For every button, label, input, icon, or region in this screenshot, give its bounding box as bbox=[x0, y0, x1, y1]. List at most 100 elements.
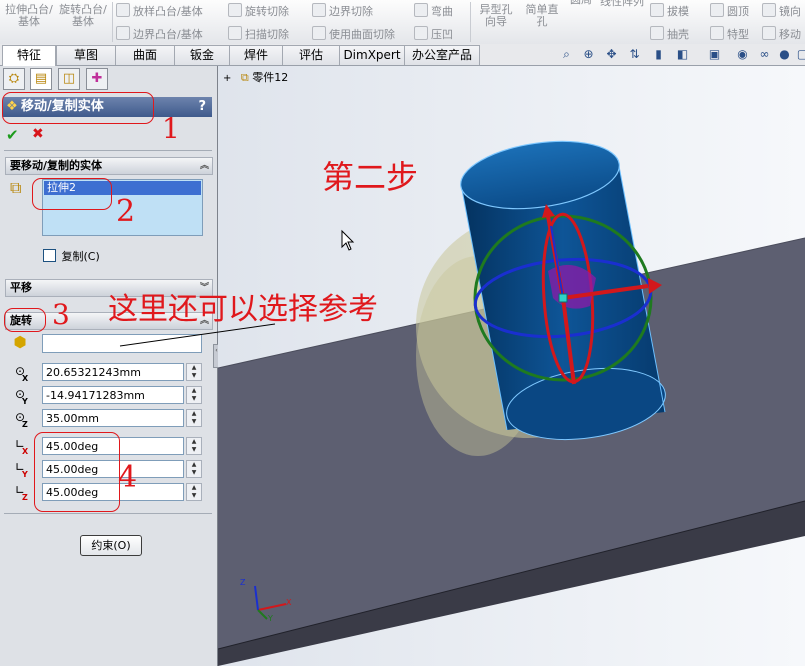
triad-origin[interactable] bbox=[558, 293, 568, 303]
linear-pattern-button[interactable]: 线性阵列 bbox=[600, 0, 644, 8]
move-face-button[interactable]: 移动 bbox=[762, 26, 801, 41]
tab-office-products[interactable]: 办公室产品 bbox=[404, 45, 480, 65]
annotation-step-1: 1 bbox=[162, 112, 180, 145]
zoom-area-icon[interactable]: ⊕ bbox=[582, 48, 595, 61]
z-coordinate-input[interactable]: 35.00mm bbox=[42, 409, 184, 427]
bodies-section-header[interactable]: 要移动/复制的实体 ︽ bbox=[5, 157, 213, 175]
part-icon: ⧉ bbox=[240, 71, 249, 84]
copy-label: 复制(C) bbox=[61, 250, 100, 263]
tab-sketch[interactable]: 草图 bbox=[56, 45, 116, 65]
view-cube-icon[interactable]: ▣ bbox=[708, 48, 721, 61]
x-coordinate-input[interactable]: 20.65321243mm bbox=[42, 363, 184, 381]
dome-icon bbox=[710, 3, 724, 17]
tab-label: 曲面 bbox=[132, 48, 157, 62]
z-rotation-spin-button[interactable]: ▲ ▼ bbox=[186, 483, 202, 501]
revolve-cut-button[interactable]: 旋转切除 bbox=[228, 3, 289, 18]
section-view-icon[interactable]: ▮ bbox=[652, 48, 665, 61]
tree-root[interactable]: + ⧉ 零件12 bbox=[223, 69, 288, 85]
z-value: 35.00mm bbox=[46, 412, 99, 425]
shell-button[interactable]: 抽壳 bbox=[650, 26, 689, 41]
hole-wizard-button[interactable]: 异型孔向导 bbox=[476, 4, 516, 28]
revolve-boss-label: 旋转凸台/基体 bbox=[59, 3, 107, 28]
circular-pattern-button[interactable]: 圆周 bbox=[570, 0, 592, 6]
loft-boss-button[interactable]: 放样凸台/基体 bbox=[116, 3, 203, 18]
property-manager-icon: ▤ bbox=[34, 71, 48, 86]
annotation-step-4: 4 bbox=[118, 460, 138, 495]
dimxpert-manager-tab[interactable]: ✚ bbox=[86, 68, 108, 90]
model-view bbox=[218, 140, 805, 666]
hide-show-icon[interactable]: ◉ bbox=[736, 48, 749, 61]
property-manager-tab[interactable]: ▤ bbox=[30, 68, 52, 90]
tab-label: DimXpert bbox=[343, 48, 401, 62]
surface-cut-icon bbox=[312, 26, 326, 40]
help-button[interactable]: ? bbox=[198, 97, 206, 117]
indent-button[interactable]: 压凹 bbox=[414, 26, 453, 41]
boundary-cut-button[interactable]: 边界切除 bbox=[312, 3, 373, 18]
configuration-manager-tab[interactable]: ◫ bbox=[58, 68, 80, 90]
freeform-button[interactable]: 特型 bbox=[710, 26, 749, 41]
copy-checkbox[interactable] bbox=[43, 249, 56, 262]
dome-button[interactable]: 圆顶 bbox=[710, 3, 749, 18]
indent-label: 压凹 bbox=[431, 28, 453, 41]
command-manager-tabs: 特征 草图 曲面 钣金 焊件 评估 DimXpert 办公室产品 ⌕ ⊕ ✥ ⇅… bbox=[0, 44, 805, 66]
boundary-cut-icon bbox=[312, 3, 326, 17]
draft-button[interactable]: 拔模 bbox=[650, 3, 689, 18]
shell-icon bbox=[650, 26, 664, 40]
ok-button[interactable]: ✔ bbox=[6, 126, 19, 144]
graphics-area[interactable]: + ⧉ 零件12 Z X Y bbox=[218, 66, 805, 666]
tab-features[interactable]: 特征 bbox=[2, 45, 56, 66]
tab-label: 特征 bbox=[16, 48, 41, 62]
extrude-boss-button[interactable]: 拉伸凸台/基体 bbox=[4, 4, 54, 28]
expand-plus-icon[interactable]: + bbox=[223, 73, 231, 84]
tab-surfaces[interactable]: 曲面 bbox=[115, 45, 175, 65]
close-icon: ✖ bbox=[32, 126, 44, 142]
boundary-boss-icon bbox=[116, 26, 130, 40]
y-spin-button[interactable]: ▲ ▼ bbox=[186, 386, 202, 404]
shell-label: 抽壳 bbox=[667, 28, 689, 41]
y-coordinate-icon: ⊙ Y bbox=[14, 387, 28, 406]
z-spin-button[interactable]: ▲ ▼ bbox=[186, 409, 202, 427]
mirror-button[interactable]: 镜向 bbox=[762, 3, 801, 18]
pan-icon[interactable]: ✥ bbox=[605, 48, 618, 61]
simple-hole-button[interactable]: 简单直孔 bbox=[522, 4, 562, 28]
revolve-cut-label: 旋转切除 bbox=[245, 5, 289, 18]
surface-cut-button[interactable]: 使用曲面切除 bbox=[312, 26, 395, 41]
tab-dimxpert[interactable]: DimXpert bbox=[339, 45, 405, 65]
copy-checkbox-row[interactable]: 复制(C) bbox=[43, 248, 100, 264]
surface-cut-label: 使用曲面切除 bbox=[329, 28, 395, 41]
feature-manager-tab[interactable]: ⛭ bbox=[3, 68, 25, 90]
constraints-label: 约束(O) bbox=[91, 539, 131, 552]
display-style-icon[interactable]: ◧ bbox=[676, 48, 689, 61]
section-label: 平移 bbox=[10, 281, 32, 294]
tab-label: 焊件 bbox=[243, 48, 268, 62]
revolve-boss-button[interactable]: 旋转凸台/基体 bbox=[58, 4, 108, 28]
annotation-step-3: 3 bbox=[52, 298, 70, 331]
cancel-button[interactable]: ✖ bbox=[32, 126, 44, 142]
view-orientation-icon[interactable]: ⇅ bbox=[628, 48, 641, 61]
boundary-boss-button[interactable]: 边界凸台/基体 bbox=[116, 26, 203, 41]
tab-evaluate[interactable]: 评估 bbox=[282, 45, 340, 65]
tab-sheet-metal[interactable]: 钣金 bbox=[174, 45, 230, 65]
x-rotation-spin-button[interactable]: ▲ ▼ bbox=[186, 437, 202, 455]
more-icon[interactable]: ▢ bbox=[796, 48, 805, 61]
scene-icon[interactable]: ● bbox=[778, 48, 791, 61]
x-spin-button[interactable]: ▲ ▼ bbox=[186, 363, 202, 381]
appearance-icon[interactable]: ∞ bbox=[758, 48, 771, 61]
reference-cube-icon: ⬢ bbox=[13, 333, 27, 351]
tab-label: 评估 bbox=[298, 48, 323, 62]
mirror-label: 镜向 bbox=[779, 5, 801, 18]
draft-label: 拔模 bbox=[667, 5, 689, 18]
freeform-icon bbox=[710, 26, 724, 40]
configuration-icon: ◫ bbox=[62, 71, 76, 86]
flex-button[interactable]: 弯曲 bbox=[414, 3, 453, 18]
y-coordinate-input[interactable]: -14.94171283mm bbox=[42, 386, 184, 404]
tab-weldments[interactable]: 焊件 bbox=[229, 45, 283, 65]
sweep-cut-button[interactable]: 扫描切除 bbox=[228, 26, 289, 41]
constraints-button[interactable]: 约束(O) bbox=[80, 535, 142, 556]
y-rotation-spin-button[interactable]: ▲ ▼ bbox=[186, 460, 202, 478]
zoom-to-fit-icon[interactable]: ⌕ bbox=[560, 48, 573, 61]
divider bbox=[4, 513, 212, 514]
property-manager-panel: ⛭ ▤ ◫ ✚ ❖ 移动/复制实体 ? ✔ ✖ 要移动/复制的实体 ︽ ⧉ 拉伸2 … bbox=[0, 66, 220, 666]
move-face-icon bbox=[762, 26, 776, 40]
mirror-icon bbox=[762, 3, 776, 17]
